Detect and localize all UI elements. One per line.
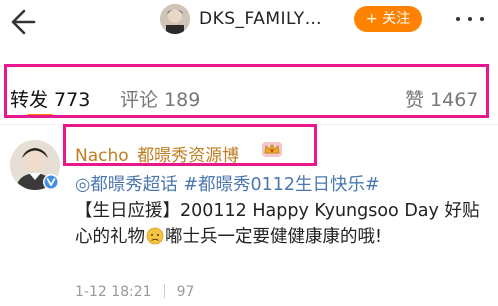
username-highlight-box <box>63 124 317 166</box>
top-bar: DKS_FAMILY… + 关注 <box>0 0 498 46</box>
post-meta: 1-12 18:21 97 <box>75 284 194 300</box>
super-topic-link[interactable]: ◎都暻秀超话 <box>75 175 178 195</box>
verified-badge-icon <box>43 174 59 190</box>
post-timestamp: 1-12 18:21 <box>75 284 152 300</box>
more-options-icon[interactable] <box>450 6 490 32</box>
page-title: DKS_FAMILY… <box>199 9 323 29</box>
worried-face-emoji-icon <box>146 227 164 245</box>
account-avatar[interactable] <box>160 4 190 34</box>
hashtag-link[interactable]: #都暻秀0112生日快乐# <box>183 175 379 195</box>
post-text-part-2: 嘟士兵一定要健健康康的哦! <box>165 227 383 247</box>
tab-highlight-box <box>4 64 489 118</box>
post-content: ◎都暻秀超话 #都暻秀0112生日快乐# 【生日应援】200112 Happy … <box>75 172 485 250</box>
meta-divider <box>163 284 165 298</box>
back-arrow-icon[interactable] <box>8 4 44 40</box>
post-count[interactable]: 97 <box>177 284 195 300</box>
follow-button[interactable]: + 关注 <box>354 6 422 32</box>
avatar-portrait-icon <box>160 4 190 34</box>
